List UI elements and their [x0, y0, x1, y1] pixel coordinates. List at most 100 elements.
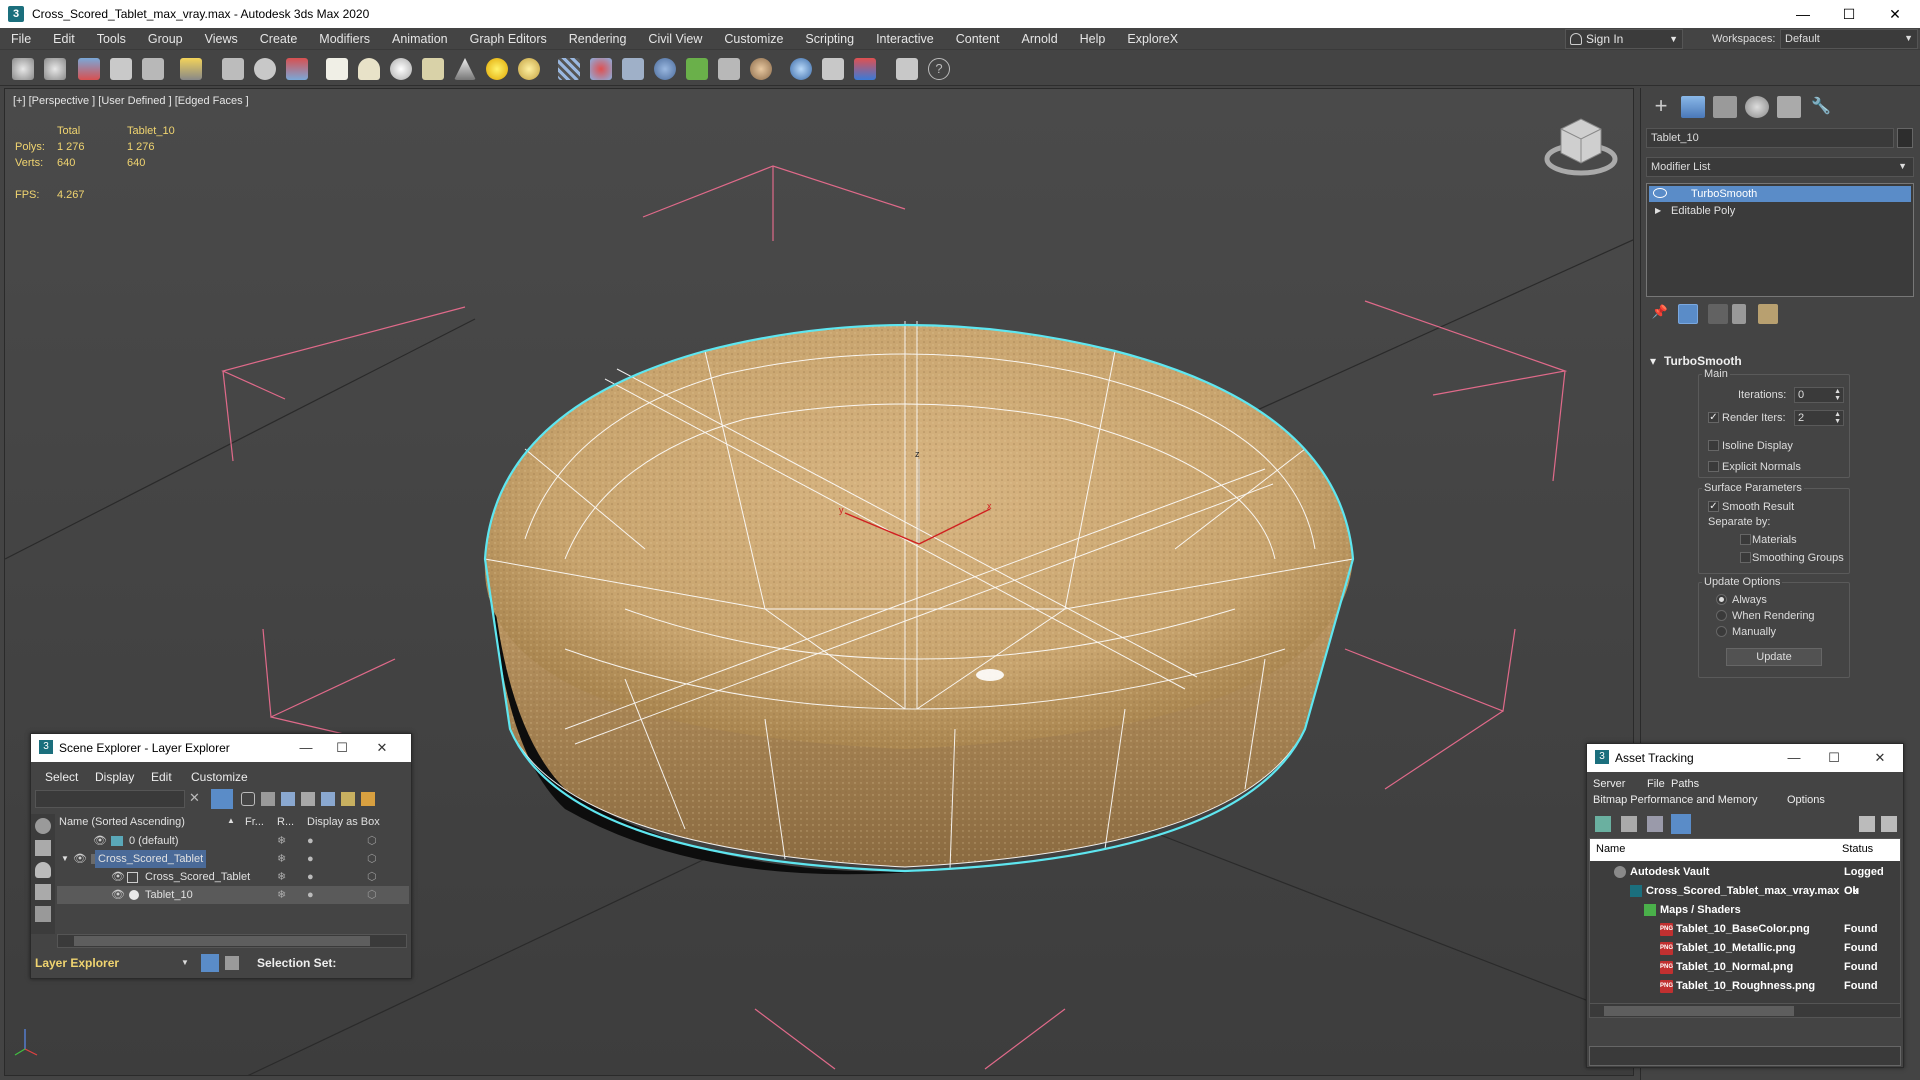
render-teapot-icon[interactable]: ● — [307, 850, 314, 868]
spinner-arrows-icon[interactable]: ▲ ▼ — [1834, 388, 1841, 402]
motion-tab-icon[interactable] — [1745, 96, 1769, 118]
display-objects-icon[interactable] — [35, 818, 51, 834]
column-frozen-header[interactable]: Fr... — [245, 816, 264, 828]
utilities-tab-icon[interactable]: 🔧 — [1809, 96, 1833, 118]
menu-views[interactable]: Views — [194, 28, 249, 50]
menu-graph-editors[interactable]: Graph Editors — [459, 28, 558, 50]
modify-tab-icon[interactable] — [1681, 96, 1705, 118]
grass-icon[interactable] — [686, 58, 708, 80]
select-move-icon[interactable] — [286, 58, 308, 80]
menu-customize[interactable]: Customize — [713, 28, 794, 50]
isoline-display-checkbox[interactable] — [1708, 440, 1719, 451]
chevron-down-icon[interactable]: ▼ — [181, 958, 189, 967]
pin-stack-icon[interactable]: 📌 — [1650, 304, 1670, 324]
close-button[interactable]: ✕ — [367, 734, 397, 762]
display-tab-icon[interactable] — [1777, 96, 1801, 118]
select-by-name-icon[interactable] — [254, 58, 276, 80]
close-button[interactable]: ✕ — [1872, 0, 1918, 28]
menu-rendering[interactable]: Rendering — [558, 28, 638, 50]
menu-civil-view[interactable]: Civil View — [637, 28, 713, 50]
manually-radio[interactable] — [1716, 626, 1727, 637]
select-object-icon[interactable] — [222, 58, 244, 80]
menu-help[interactable]: Help — [1069, 28, 1117, 50]
render-iters-spinner[interactable]: 2 ▲ ▼ — [1794, 410, 1844, 426]
stack-item-turbosmooth[interactable]: TurboSmooth — [1649, 186, 1911, 202]
asset-row[interactable]: Cross_Scored_Tablet_max_vray.max Ok — [1592, 882, 1902, 901]
column-display-as-box-header[interactable]: Display as Box — [307, 816, 380, 828]
freeze-icon[interactable]: ❄ — [277, 886, 286, 904]
render-icon[interactable] — [854, 58, 876, 80]
layers-icon[interactable] — [321, 792, 335, 806]
menu-bitmap-performance[interactable]: Bitmap Performance and Memory — [1593, 794, 1757, 806]
column-name-header[interactable]: Name — [1596, 843, 1625, 855]
asset-path-field[interactable] — [1589, 1046, 1901, 1066]
mirror-icon[interactable] — [622, 58, 644, 80]
menu-display[interactable]: Display — [95, 770, 134, 784]
cone-icon[interactable] — [454, 58, 476, 80]
box-icon[interactable]: ⬡ — [367, 886, 377, 904]
scrollbar-thumb[interactable] — [74, 936, 370, 946]
menu-interactive[interactable]: Interactive — [865, 28, 945, 50]
scene-explorer-title-bar[interactable]: 3 Scene Explorer - Layer Explorer — ☐ ✕ — [31, 734, 411, 762]
eye-icon[interactable]: 👁 — [93, 832, 107, 850]
add-to-layer-icon[interactable] — [281, 792, 295, 806]
menu-customize[interactable]: Customize — [191, 770, 248, 784]
refresh-icon[interactable] — [1595, 816, 1611, 832]
show-end-result-icon[interactable] — [1678, 304, 1698, 324]
expand-arrow-icon[interactable]: ▶ — [1655, 203, 1661, 219]
menu-scripting[interactable]: Scripting — [794, 28, 865, 50]
menu-select[interactable]: Select — [45, 770, 78, 784]
trash-icon[interactable] — [1732, 304, 1746, 324]
layer-explorer-label[interactable]: Layer Explorer — [35, 956, 119, 970]
configure-modifier-sets-icon[interactable] — [1758, 304, 1778, 324]
material-ball-icon[interactable] — [750, 58, 772, 80]
create-tab-icon[interactable]: + — [1649, 95, 1673, 118]
workspace-select[interactable]: Default ▼ — [1780, 29, 1918, 49]
smoothing-groups-checkbox[interactable] — [1740, 552, 1751, 563]
horizontal-scrollbar[interactable] — [57, 934, 407, 948]
update-button[interactable]: Update — [1726, 648, 1822, 666]
close-button[interactable]: ✕ — [1865, 744, 1895, 772]
asset-row[interactable]: PNG Tablet_10_Metallic.png Found — [1592, 939, 1902, 958]
column-renderable-header[interactable]: R... — [277, 816, 294, 828]
column-status-header[interactable]: Status — [1842, 843, 1873, 855]
freeze-icon[interactable]: ❄ — [277, 868, 286, 886]
light-icon[interactable] — [486, 58, 508, 80]
render-teapot-icon[interactable]: ● — [307, 832, 314, 850]
menu-create[interactable]: Create — [249, 28, 309, 50]
box-icon[interactable]: ⬡ — [367, 850, 377, 868]
display-lights-icon[interactable] — [35, 862, 51, 878]
search-input[interactable] — [35, 790, 185, 808]
freeze-icon[interactable]: ❄ — [277, 850, 286, 868]
render-teapot-icon[interactable]: ● — [307, 868, 314, 886]
asset-row[interactable]: PNG Tablet_10_Normal.png Found — [1592, 958, 1902, 977]
highlight-icon[interactable] — [341, 792, 355, 806]
hair-fur-icon[interactable] — [718, 58, 740, 80]
angle-snap-icon[interactable] — [590, 58, 612, 80]
asset-row[interactable]: PNG Tablet_10_Roughness.png Found — [1592, 977, 1902, 996]
sign-in-dropdown[interactable]: Sign In ▼ — [1565, 29, 1683, 49]
selection-filter-icon[interactable] — [180, 58, 202, 80]
snap-icon[interactable] — [558, 58, 580, 80]
menu-animation[interactable]: Animation — [381, 28, 459, 50]
minimize-button[interactable]: — — [291, 734, 321, 762]
menu-group[interactable]: Group — [137, 28, 194, 50]
display-geometry-icon[interactable] — [35, 840, 51, 856]
teapot-icon[interactable] — [422, 58, 444, 80]
explicit-normals-checkbox[interactable] — [1708, 461, 1719, 472]
asset-row[interactable]: Autodesk Vault Logged Ou — [1592, 863, 1902, 897]
stack-item-editable-poly[interactable]: ▶ Editable Poly — [1649, 203, 1911, 219]
eye-icon[interactable]: 👁 — [73, 850, 87, 868]
eye-icon[interactable] — [1653, 188, 1667, 198]
render-setup-icon[interactable] — [822, 58, 844, 80]
tree-row[interactable]: 👁 Cross_Scored_Tablet ❄ ● ⬡ — [57, 868, 409, 886]
maximize-button[interactable]: ☐ — [327, 734, 357, 762]
display-cameras-icon[interactable] — [35, 884, 51, 900]
redo-icon[interactable] — [44, 58, 66, 80]
clear-search-icon[interactable]: ✕ — [189, 790, 200, 806]
object-color-swatch[interactable] — [1897, 128, 1913, 148]
filter-icon[interactable] — [211, 789, 233, 809]
always-radio[interactable] — [1716, 594, 1727, 605]
tree-row[interactable]: 👁 Tablet_10 ❄ ● ⬡ — [57, 886, 409, 904]
vault-help-icon[interactable] — [1881, 816, 1897, 832]
